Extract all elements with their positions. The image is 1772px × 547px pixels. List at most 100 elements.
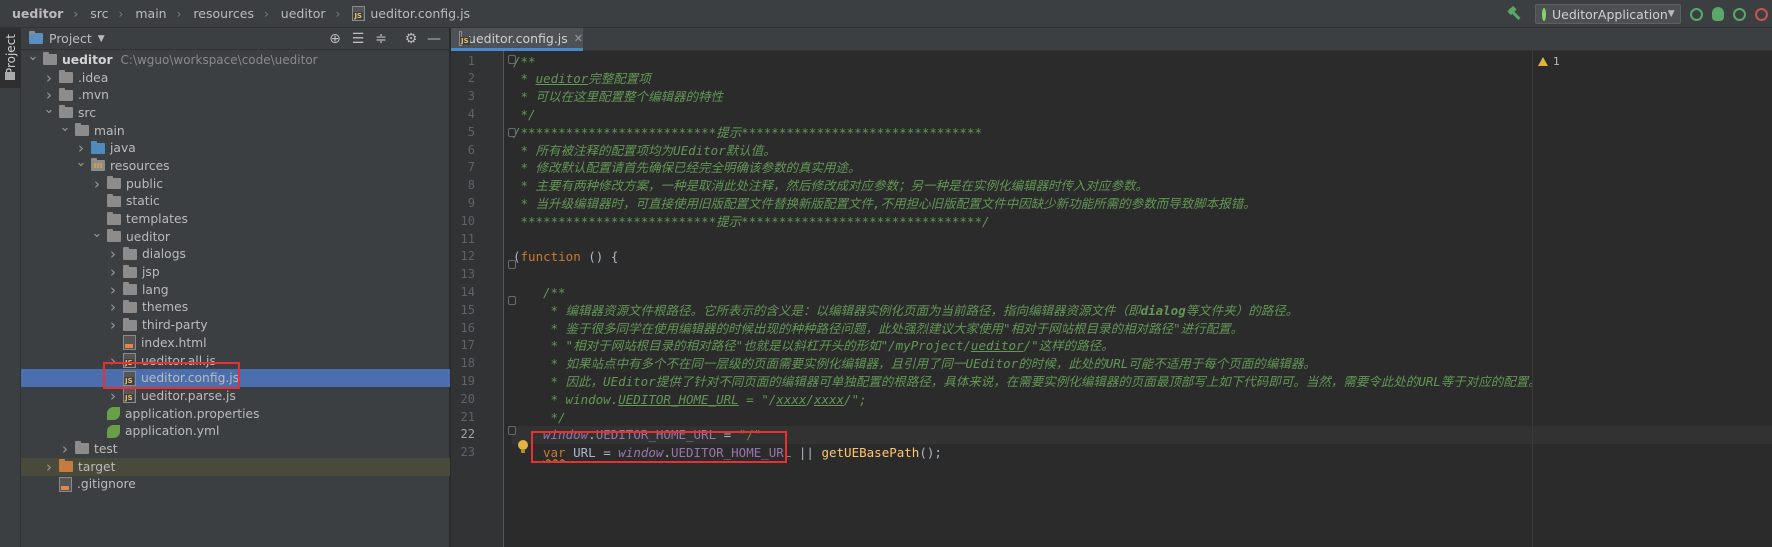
tree-item[interactable]: ›application.properties <box>21 405 450 423</box>
tree-item[interactable]: › ueditor.parse.js <box>21 387 450 405</box>
chevron-down-icon[interactable]: ▼ <box>98 34 105 44</box>
tree-item[interactable]: › dialogs <box>21 245 450 263</box>
fold-marker[interactable] <box>508 55 516 64</box>
excluded-folder-icon <box>59 459 73 473</box>
collapse-all-icon[interactable]: ≑ <box>372 30 390 48</box>
tree-item-label: lang <box>142 282 169 297</box>
inspection-warnings-indicator[interactable]: 1 <box>1538 55 1560 68</box>
line-number: 2 <box>467 71 475 86</box>
tree-item[interactable]: › lang <box>21 281 450 299</box>
code-token: / <box>806 391 814 407</box>
chevron-down-icon[interactable]: ⌄ <box>43 102 55 117</box>
tree-item[interactable]: ⌄ main <box>21 120 450 140</box>
tree-item[interactable]: ⌄ ueditor <box>21 226 450 246</box>
tree-item[interactable]: › themes <box>21 298 450 316</box>
locate-target-icon[interactable]: ⊕ <box>326 30 344 48</box>
build-hammer-icon[interactable] <box>1505 5 1523 23</box>
code-token: /**************************提示***********… <box>513 124 983 140</box>
breadcrumb-item[interactable]: ueditor › <box>0 0 78 28</box>
folder-icon <box>43 52 57 66</box>
chevron-down-icon[interactable]: ⌄ <box>75 155 87 170</box>
warning-icon <box>1538 57 1548 66</box>
js-file-icon <box>459 30 470 46</box>
tree-item[interactable]: › .idea <box>21 69 450 87</box>
line-number: 3 <box>467 89 475 104</box>
line-number: 23 <box>460 445 475 460</box>
project-tree: ⌄ ueditor C:\wguo\workspace\code\ueditor ›.… <box>21 49 450 494</box>
run-with-coverage-icon[interactable] <box>1733 7 1746 21</box>
chevron-right-icon[interactable]: › <box>107 245 119 263</box>
tree-item[interactable]: ›index.html <box>21 334 450 352</box>
folder-icon <box>107 211 121 225</box>
chevron-right-icon[interactable]: › <box>59 440 71 458</box>
tree-item[interactable]: ⌄ src <box>21 102 450 122</box>
breadcrumb-item[interactable]: ueditor › <box>269 0 341 28</box>
tree-item[interactable]: › jsp <box>21 263 450 281</box>
project-tool-button[interactable]: Project <box>0 28 21 88</box>
chevron-right-icon[interactable]: › <box>107 281 119 299</box>
fold-marker[interactable] <box>508 296 516 305</box>
code-token: 完整配置项 <box>588 71 651 87</box>
tree-item[interactable]: ›application.yml <box>21 422 450 440</box>
expand-all-icon[interactable]: ☰ <box>349 30 367 48</box>
folder-icon <box>59 105 73 119</box>
tree-item[interactable]: ⌄ ueditor C:\wguo\workspace\code\ueditor <box>21 49 450 69</box>
chevron-right-icon[interactable]: › <box>107 387 119 405</box>
tree-item[interactable]: ⌄ resources <box>21 155 450 175</box>
warning-count: 1 <box>1553 55 1560 68</box>
chevron-down-icon: ▼ <box>1667 9 1675 19</box>
tree-item[interactable]: › java <box>21 139 450 157</box>
tree-item[interactable]: › .mvn <box>21 86 450 104</box>
close-icon[interactable]: ✕ <box>574 32 583 45</box>
editor-tab-label: ueditor.config.js <box>468 30 568 46</box>
tree-item[interactable]: › third-party <box>21 316 450 334</box>
breadcrumb-item[interactable]: ueditor.config.js <box>340 0 470 28</box>
tree-item-label: static <box>126 194 160 209</box>
chevron-down-icon[interactable]: ⌄ <box>91 226 103 241</box>
tree-item[interactable]: ›.gitignore <box>21 476 450 494</box>
code-editor[interactable]: /** * ueditor完整配置项 * 可以在这里配置整个编辑器的特性 *//***… <box>512 51 1772 547</box>
stop-icon[interactable] <box>1755 7 1768 21</box>
lightbulb-intention-icon[interactable] <box>518 440 528 453</box>
fold-marker[interactable] <box>508 128 516 137</box>
breadcrumb-label: resources <box>193 6 254 21</box>
chevron-right-icon[interactable]: › <box>91 175 103 193</box>
run-configuration-selector[interactable]: UeditorApplication ▼ <box>1535 4 1681 24</box>
project-view-selector[interactable]: Project <box>49 31 92 46</box>
chevron-right-icon[interactable]: › <box>107 298 119 316</box>
gear-icon[interactable]: ⚙ <box>402 30 420 48</box>
fold-marker[interactable] <box>508 426 516 435</box>
tree-item[interactable]: › public <box>21 175 450 193</box>
debug-bug-icon[interactable] <box>1712 7 1724 21</box>
project-tool-label: Project <box>4 34 18 76</box>
spring-boot-icon <box>1542 7 1546 21</box>
rerun-icon[interactable] <box>1690 7 1703 21</box>
project-header-actions: ⊕ ☰ ≑ ⚙ — <box>321 30 443 48</box>
editor-tab-ueditor-config[interactable]: ueditor.config.js ✕ <box>451 28 583 51</box>
editor-tab-bar: ueditor.config.js ✕ <box>451 28 1772 51</box>
chevron-down-icon[interactable]: ⌄ <box>59 120 71 135</box>
minimize-icon[interactable]: — <box>425 30 443 48</box>
tree-item[interactable]: › test <box>21 440 450 458</box>
line-number: 11 <box>460 231 475 246</box>
breadcrumb-item[interactable]: main › <box>123 0 181 28</box>
breadcrumb-item[interactable]: src › <box>78 0 123 28</box>
chevron-right-icon[interactable]: › <box>107 263 119 281</box>
chevron-right-icon[interactable]: › <box>107 316 119 334</box>
tree-item-path: C:\wguo\workspace\code\ueditor <box>120 52 318 67</box>
tree-item[interactable]: ›static <box>21 193 450 211</box>
folder-icon <box>5 72 15 80</box>
tree-item[interactable]: › target <box>21 458 450 476</box>
chevron-right-icon[interactable]: › <box>43 69 55 87</box>
chevron-down-icon[interactable]: ⌄ <box>27 49 39 64</box>
chevron-right-icon[interactable]: › <box>43 458 55 476</box>
tree-item-label: jsp <box>142 265 160 280</box>
breadcrumb-label: ueditor <box>280 6 326 21</box>
code-token: /** <box>513 53 536 69</box>
folder-icon <box>123 246 137 260</box>
folder-icon <box>123 282 137 296</box>
breadcrumb-item[interactable]: resources › <box>181 0 268 28</box>
tree-item[interactable]: ›templates <box>21 210 450 228</box>
fold-marker[interactable] <box>508 260 516 269</box>
